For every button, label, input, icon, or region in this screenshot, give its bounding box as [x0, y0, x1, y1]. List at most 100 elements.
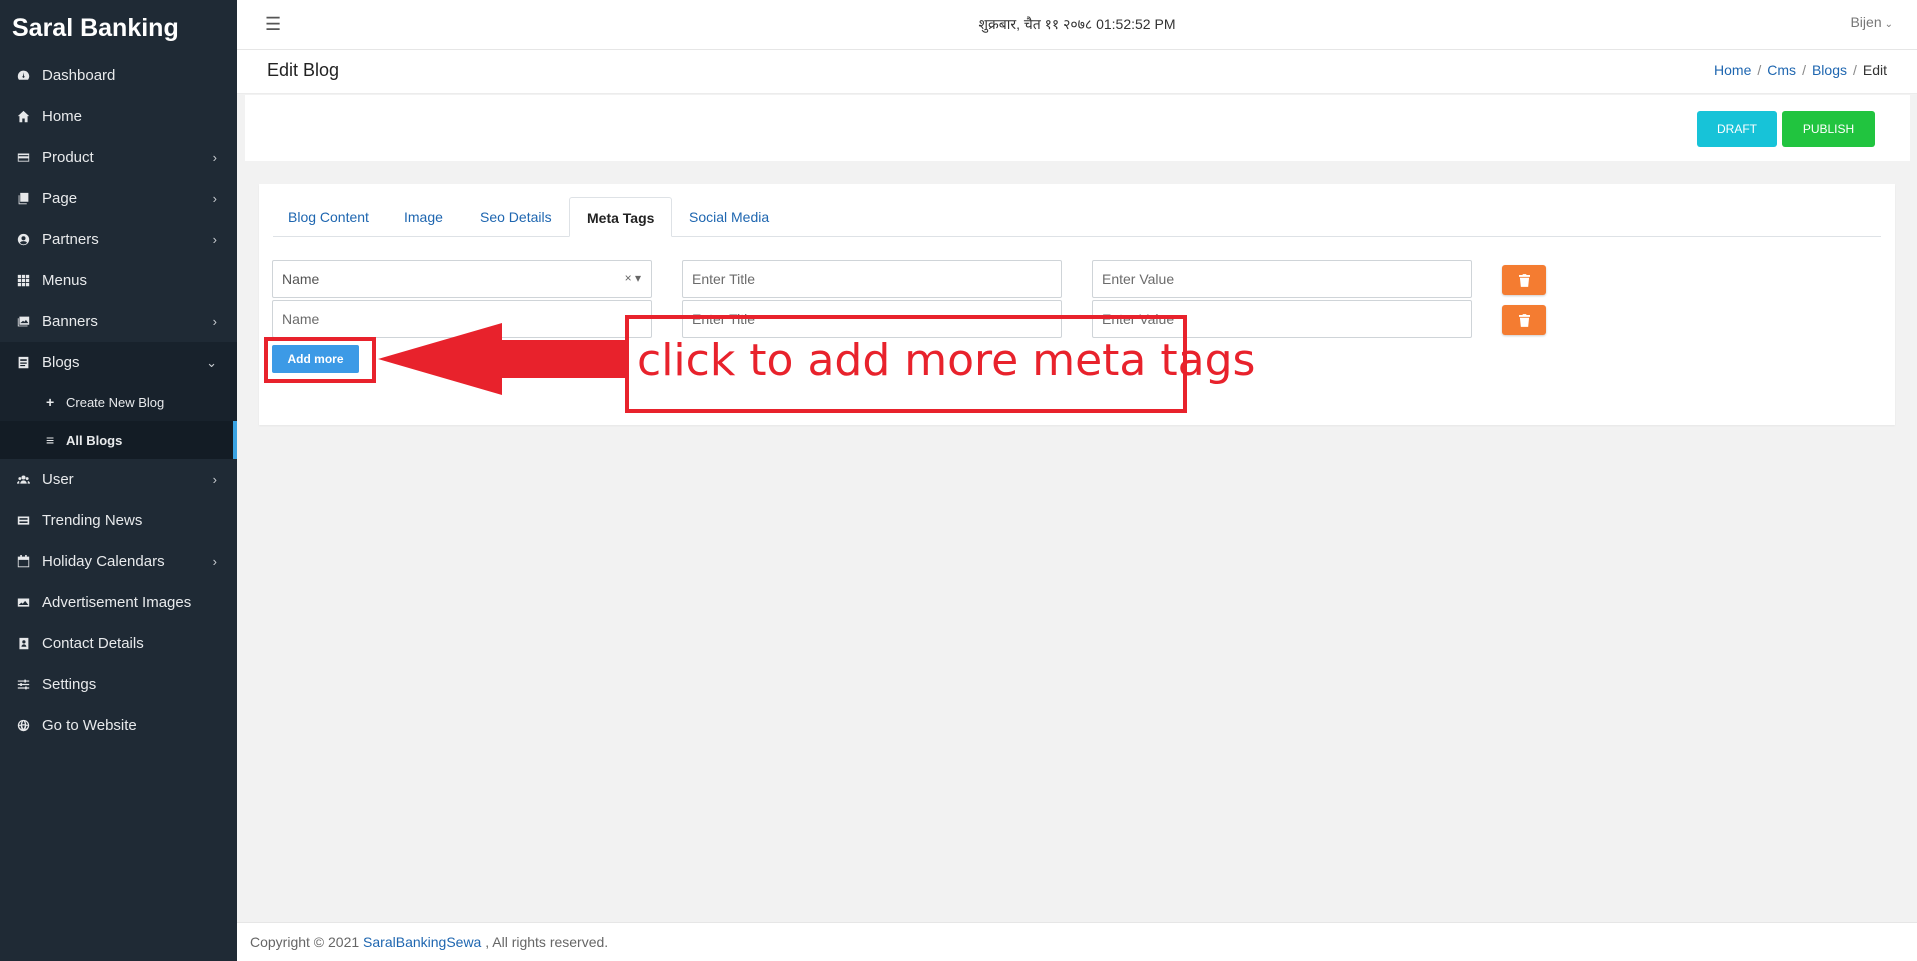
annotation-highlight-box	[264, 337, 376, 383]
sidebar-item-advertisement-images[interactable]: Advertisement Images	[0, 582, 237, 623]
meta-value-input[interactable]: Enter Value	[1092, 260, 1472, 298]
sidebar-item-go-to-website[interactable]: Go to Website	[0, 705, 237, 746]
meta-type-select[interactable]: Name × ▾	[272, 260, 652, 298]
sidebar-item-holiday-calendars[interactable]: Holiday Calendars ›	[0, 541, 237, 582]
trash-icon	[1518, 313, 1530, 327]
sidebar-item-trending-news[interactable]: Trending News	[0, 500, 237, 541]
user-menu[interactable]: Bijen ⌄	[1850, 14, 1893, 30]
chevron-right-icon: ›	[212, 232, 217, 247]
sidebar-item-label: Advertisement Images	[42, 594, 192, 611]
credit-card-icon	[16, 151, 30, 165]
plus-icon: +	[46, 394, 55, 410]
sidebar-item-label: User	[42, 471, 74, 488]
sidebar-item-product[interactable]: Product ›	[0, 137, 237, 178]
nepali-datetime: शुक्रबार, चैत ११ २०७८ 01:52:52 PM	[978, 16, 1176, 32]
tab-blog-content[interactable]: Blog Content	[288, 197, 369, 237]
breadcrumb-cms[interactable]: Cms	[1767, 62, 1796, 78]
breadcrumb-blogs[interactable]: Blogs	[1812, 62, 1847, 78]
sidebar-item-label: Home	[42, 108, 83, 125]
user-name: Bijen	[1850, 14, 1882, 30]
brand-logo[interactable]: Saral Banking	[0, 0, 237, 55]
footer: Copyright © 2021 SaralBankingSewa , All …	[237, 922, 1917, 961]
sidebar-item-user[interactable]: User ›	[0, 459, 237, 500]
sidebar-item-dashboard[interactable]: Dashboard	[0, 55, 237, 96]
breadcrumb-edit: Edit	[1862, 62, 1887, 78]
sidebar-item-label: Contact Details	[42, 635, 144, 652]
sidebar-subitem-label: Create New Blog	[66, 394, 165, 410]
image-icon	[16, 596, 30, 610]
chevron-right-icon: ›	[212, 314, 217, 329]
draft-button[interactable]: DRAFT	[1697, 111, 1777, 147]
sliders-icon	[16, 678, 30, 692]
sidebar-item-label: Product	[42, 149, 94, 166]
sidebar-item-home[interactable]: Home	[0, 96, 237, 137]
home-icon	[16, 110, 30, 124]
footer-copyright: Copyright © 2021	[250, 934, 364, 950]
annotation-arrow-left-icon	[378, 323, 628, 395]
tab-image[interactable]: Image	[404, 197, 443, 237]
list-icon: ≡	[46, 432, 55, 448]
sidebar-item-blogs[interactable]: Blogs ⌄	[0, 342, 237, 383]
sidebar-item-page[interactable]: Page ›	[0, 178, 237, 219]
actions-bar: DRAFT PUBLISH	[245, 95, 1910, 161]
sidebar-item-menus[interactable]: Menus	[0, 260, 237, 301]
breadcrumb-separator: /	[1802, 62, 1806, 78]
meta-type-value: Name	[282, 271, 320, 287]
tab-social-media[interactable]: Social Media	[689, 197, 769, 237]
chevron-down-icon: ⌄	[206, 354, 217, 370]
delete-row-button[interactable]	[1502, 305, 1546, 335]
sidebar-subitem-label: All Blogs	[66, 432, 123, 448]
sidebar-item-label: Banners	[42, 313, 98, 330]
chevron-right-icon: ›	[212, 150, 217, 165]
sidebar-item-label: Menus	[42, 272, 88, 289]
sidebar-item-partners[interactable]: Partners ›	[0, 219, 237, 260]
meta-title-input[interactable]: Enter Title	[682, 260, 1062, 298]
sidebar-subitem-all-blogs[interactable]: ≡ All Blogs	[0, 421, 237, 459]
page-header: Edit Blog Home / Cms / Blogs / Edit	[237, 50, 1917, 94]
footer-link[interactable]: SaralBankingSewa	[363, 934, 481, 950]
grid-icon	[16, 274, 30, 288]
chevron-right-icon: ›	[212, 472, 217, 487]
annotation-text: click to add more meta tags	[637, 335, 1256, 386]
users-icon	[16, 473, 30, 487]
sidebar-item-label: Trending News	[42, 512, 143, 529]
address-book-icon	[16, 637, 30, 651]
tab-bar: Blog Content Image Seo Details Meta Tags…	[273, 197, 1881, 237]
blog-icon	[16, 356, 30, 370]
chevron-right-icon: ›	[212, 554, 217, 569]
chevron-right-icon: ›	[212, 191, 217, 206]
breadcrumb-home[interactable]: Home	[1714, 62, 1751, 78]
delete-row-button[interactable]	[1502, 265, 1546, 295]
breadcrumb-separator: /	[1757, 62, 1762, 78]
sidebar-item-settings[interactable]: Settings	[0, 664, 237, 705]
sidebar-item-label: Dashboard	[42, 67, 116, 84]
sidebar-item-contact-details[interactable]: Contact Details	[0, 623, 237, 664]
sidebar-item-label: Holiday Calendars	[42, 553, 165, 570]
trash-icon	[1518, 273, 1530, 287]
sidebar-item-label: Go to Website	[42, 717, 137, 734]
sidebar-item-banners[interactable]: Banners ›	[0, 301, 237, 342]
tab-meta-tags[interactable]: Meta Tags	[569, 197, 673, 237]
pages-icon	[16, 192, 30, 206]
breadcrumb-separator: /	[1852, 62, 1857, 78]
globe-icon	[16, 719, 30, 733]
sidebar-item-label: Page	[42, 190, 78, 207]
user-circle-icon	[16, 233, 30, 247]
page-title: Edit Blog	[267, 60, 340, 80]
sidebar-item-label: Blogs	[42, 354, 80, 371]
sidebar-item-label: Settings	[42, 676, 97, 693]
images-icon	[16, 315, 30, 329]
tab-seo-details[interactable]: Seo Details	[480, 197, 552, 237]
footer-rights: , All rights reserved.	[481, 934, 609, 950]
clear-dropdown-icon[interactable]: × ▾	[625, 271, 641, 285]
topbar: ☰ शुक्रबार, चैत ११ २०७८ 01:52:52 PM Bije…	[237, 0, 1917, 50]
sidebar: Saral Banking Dashboard Home Product › P…	[0, 0, 237, 961]
sidebar-subitem-create-new-blog[interactable]: + Create New Blog	[0, 383, 237, 421]
calendar-icon	[16, 555, 30, 569]
annotation-callout-box: click to add more meta tags	[625, 315, 1255, 413]
chevron-down-icon: ⌄	[1884, 19, 1893, 30]
breadcrumb: Home / Cms / Blogs / Edit	[1714, 62, 1887, 78]
publish-button[interactable]: PUBLISH	[1782, 111, 1875, 147]
sidebar-item-label: Partners	[42, 231, 99, 248]
dashboard-icon	[16, 69, 30, 83]
